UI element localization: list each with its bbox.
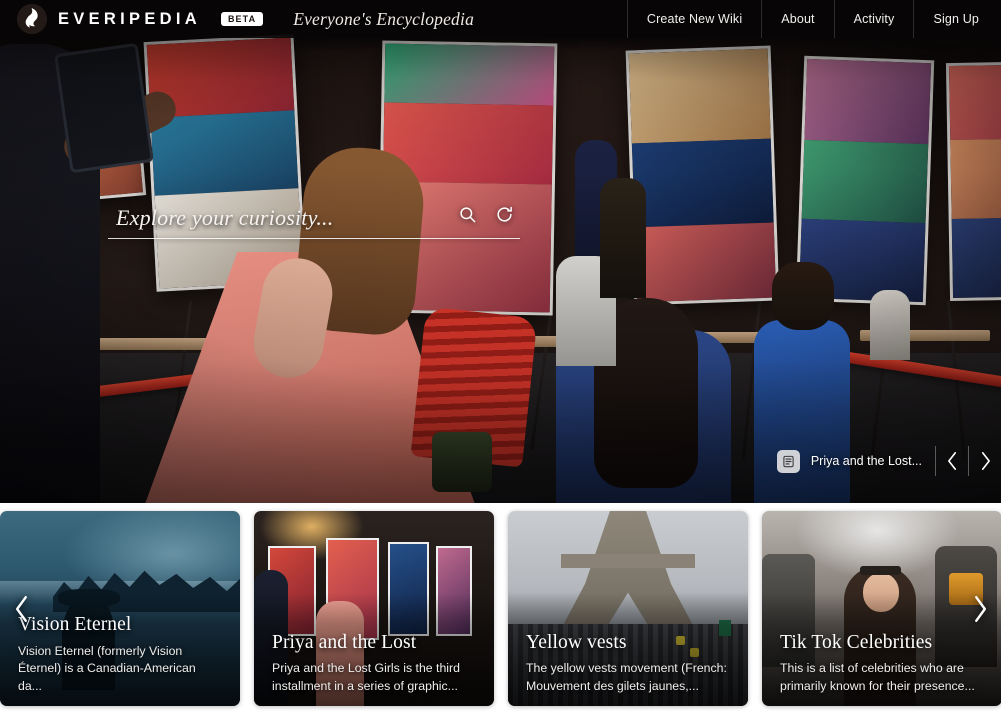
hero-caption-bar: Priya and the Lost...: [776, 446, 1001, 476]
search-icon[interactable]: [458, 205, 477, 229]
card-description: Vision Eternel (formerly Vision Éternel)…: [18, 643, 196, 693]
search-input[interactable]: [108, 205, 458, 237]
hero-prev-button[interactable]: [936, 446, 968, 476]
refresh-icon[interactable]: [495, 205, 514, 229]
article-card[interactable]: Vision Eternel Vision Eternel (formerly …: [0, 511, 240, 706]
everipedia-flame-logo-icon[interactable]: [17, 4, 47, 34]
card-title: Yellow vests: [526, 631, 627, 653]
site-tagline: Everyone's Encyclopedia: [293, 8, 475, 29]
hero-photo-art-exhibition: [0, 0, 1001, 503]
hero-caption-title[interactable]: Priya and the Lost...: [800, 454, 935, 468]
card-description: The yellow vests movement (French: Mouve…: [526, 661, 727, 693]
card-description: Priya and the Lost Girls is the third in…: [272, 661, 460, 693]
card-description: This is a list of celebrities who are pr…: [780, 661, 975, 693]
hero-overlay: [0, 0, 1001, 503]
article-carousel: Vision Eternel Vision Eternel (formerly …: [0, 503, 1001, 715]
hero-next-button[interactable]: [969, 446, 1001, 476]
hero-banner: Priya and the Lost...: [0, 0, 1001, 503]
main-nav: Create New Wiki About Activity Sign Up: [626, 0, 1001, 38]
card-title: Tik Tok Celebrities: [780, 631, 933, 653]
nav-item-create-new-wiki[interactable]: Create New Wiki: [626, 0, 761, 38]
site-header: EVERIPEDIA BETA Everyone's Encyclopedia …: [0, 0, 1001, 38]
card-title: Vision Eternel: [18, 614, 132, 636]
beta-badge: BETA: [220, 12, 264, 26]
nav-item-activity[interactable]: Activity: [833, 0, 914, 38]
hero-search: [108, 205, 520, 239]
site-wordmark: EVERIPEDIA: [58, 9, 201, 28]
everipedia-homepage: Priya and the Lost...: [0, 0, 1001, 715]
carousel-next-button[interactable]: [958, 511, 1001, 706]
article-list-icon[interactable]: [776, 449, 800, 473]
card-title: Priya and the Lost: [272, 631, 417, 653]
brand[interactable]: EVERIPEDIA BETA Everyone's Encyclopedia: [0, 4, 474, 34]
nav-item-sign-up[interactable]: Sign Up: [913, 0, 1001, 38]
article-card[interactable]: Yellow vests The yellow vests movement (…: [508, 511, 748, 706]
nav-item-about[interactable]: About: [761, 0, 833, 38]
search-underline: [108, 238, 520, 239]
article-card[interactable]: Priya and the Lost Priya and the Lost Gi…: [254, 511, 494, 706]
article-card[interactable]: Tik Tok Celebrities This is a list of ce…: [762, 511, 1001, 706]
carousel-prev-button[interactable]: [0, 511, 44, 706]
